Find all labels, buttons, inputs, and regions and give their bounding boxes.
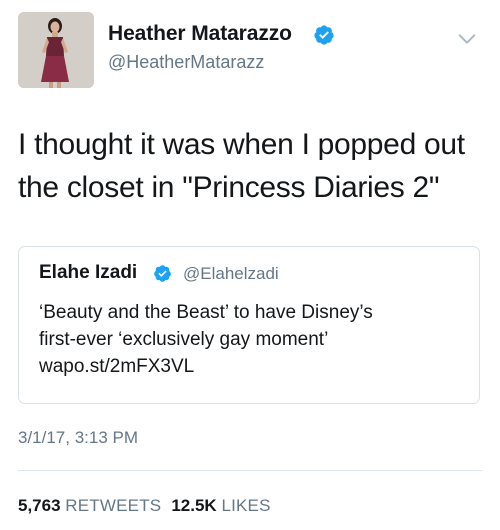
likes-stat[interactable]: 12.5K LIKES xyxy=(171,496,270,515)
avatar[interactable] xyxy=(18,12,94,88)
verified-badge-icon xyxy=(154,265,171,282)
tweet-text: I thought it was when I popped out the c… xyxy=(18,128,465,204)
likes-label: LIKES xyxy=(221,496,271,515)
quoted-tweet[interactable]: Elahe Izadi @Elahelzadi ‘Beauty and the … xyxy=(18,246,480,404)
tweet-stats: 5,763 RETWEETS 12.5K LIKES xyxy=(18,496,271,516)
verified-badge-icon xyxy=(314,25,334,45)
quoted-tweet-text: ‘Beauty and the Beast’ to have Disney’s … xyxy=(39,302,373,377)
chevron-down-icon[interactable] xyxy=(456,28,478,50)
retweets-count: 5,763 xyxy=(18,496,61,515)
quoted-author-name[interactable]: Elahe Izadi xyxy=(39,262,137,284)
author-handle[interactable]: @HeatherMatarazz xyxy=(108,52,264,73)
likes-count: 12.5K xyxy=(171,496,217,515)
tweet-card: Heather Matarazzo @HeatherMatarazz I tho… xyxy=(0,0,500,530)
divider xyxy=(18,470,482,471)
author-name[interactable]: Heather Matarazzo xyxy=(108,22,292,46)
retweets-label: RETWEETS xyxy=(65,496,162,515)
quoted-author-handle[interactable]: @Elahelzadi xyxy=(183,264,279,284)
timestamp[interactable]: 3/1/17, 3:13 PM xyxy=(18,428,138,448)
retweets-stat[interactable]: 5,763 RETWEETS xyxy=(18,496,161,515)
